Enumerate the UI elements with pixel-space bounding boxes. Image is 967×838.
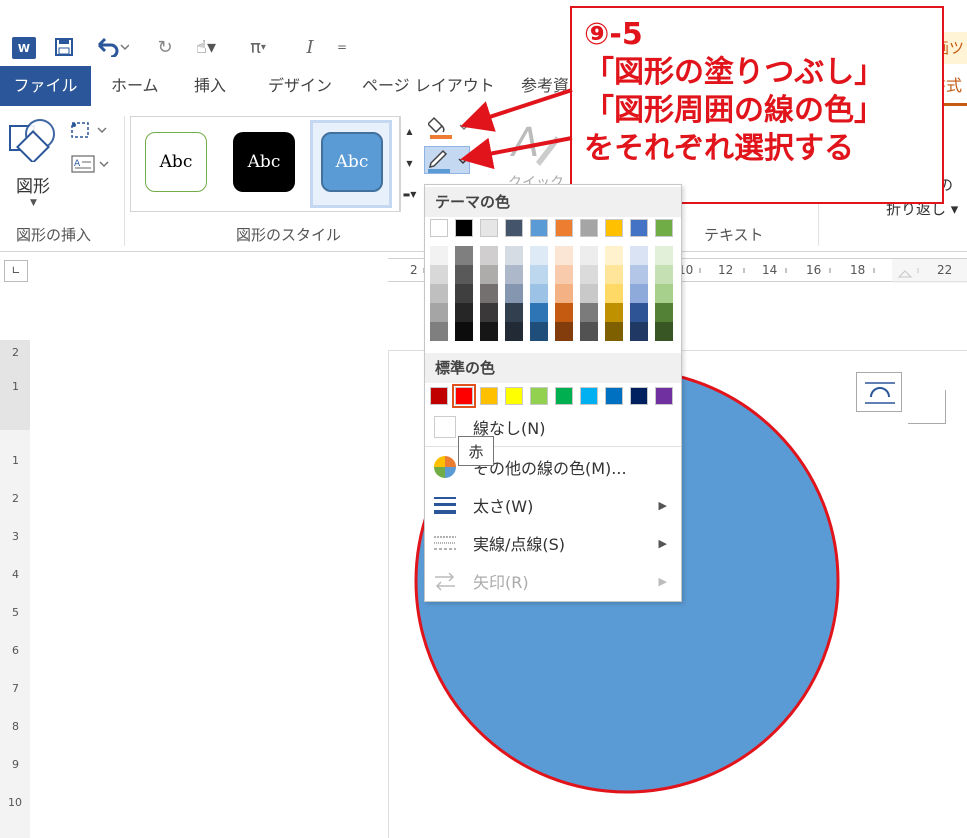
theme-shade-swatch[interactable] [655,303,673,322]
theme-shade-swatch[interactable] [655,246,673,265]
theme-shade-swatch[interactable] [455,303,473,322]
theme-shade-swatch[interactable] [430,246,448,265]
arrows-icon [433,569,457,593]
theme-color-swatch[interactable] [630,219,648,237]
theme-shade-swatch[interactable] [455,284,473,303]
theme-shade-swatch[interactable] [480,303,498,322]
standard-color-swatch[interactable] [580,387,598,405]
theme-color-swatch[interactable] [655,219,673,237]
dashes-label: 実線/点線(S) [473,535,566,554]
theme-shade-swatch[interactable] [505,284,523,303]
theme-shade-swatch[interactable] [505,322,523,341]
weight-label: 太さ(W) [473,497,534,516]
theme-shade-swatch[interactable] [605,322,623,341]
theme-shade-swatch[interactable] [455,246,473,265]
theme-shade-swatch[interactable] [530,303,548,322]
submenu-arrow-icon: ▶ [658,536,667,550]
theme-shade-swatch[interactable] [555,322,573,341]
more-outline-colors-label: その他の線の色(M)... [473,459,627,478]
standard-color-swatch[interactable] [655,387,673,405]
theme-shade-swatch[interactable] [605,246,623,265]
theme-shade-swatch[interactable] [630,246,648,265]
theme-shade-swatch[interactable] [555,284,573,303]
theme-shade-swatch[interactable] [430,303,448,322]
standard-color-swatch[interactable] [480,387,498,405]
theme-shade-swatch[interactable] [480,265,498,284]
color-tooltip: 赤 [458,436,494,466]
theme-shade-swatch[interactable] [630,265,648,284]
arrows-label: 矢印(R) [473,573,529,592]
theme-shade-swatch[interactable] [480,246,498,265]
dashes-item[interactable]: 実線/点線(S) ▶ [425,525,681,561]
theme-shade-swatch[interactable] [605,284,623,303]
theme-shade-swatch[interactable] [605,303,623,322]
arrows-item[interactable]: 矢印(R) ▶ [425,563,681,599]
theme-color-swatch[interactable] [430,219,448,237]
theme-color-swatch[interactable] [580,219,598,237]
theme-shade-swatch[interactable] [580,284,598,303]
theme-shade-swatch[interactable] [480,322,498,341]
standard-color-swatch[interactable] [605,387,623,405]
theme-color-swatch[interactable] [555,219,573,237]
theme-shade-swatch[interactable] [455,322,473,341]
standard-color-swatch[interactable] [505,387,523,405]
standard-color-swatch[interactable] [555,387,573,405]
theme-color-swatch[interactable] [505,219,523,237]
no-outline-icon [433,415,457,439]
theme-shade-swatch[interactable] [630,322,648,341]
dash-style-icon [433,531,457,555]
theme-shade-swatch[interactable] [430,265,448,284]
submenu-arrow-icon: ▶ [658,574,667,588]
outline-color-dropdown: テーマの色 標準の色 線なし(N) その他の線の色(M)... 太さ(W) ▶ … [424,184,682,602]
standard-color-swatch[interactable] [430,387,448,405]
arrow-to-outline [460,136,573,170]
theme-shade-swatch[interactable] [430,322,448,341]
theme-shade-swatch[interactable] [580,246,598,265]
theme-shade-swatch[interactable] [530,322,548,341]
theme-shade-swatch[interactable] [480,284,498,303]
theme-shade-swatch[interactable] [530,265,548,284]
standard-color-swatch[interactable] [530,387,548,405]
theme-shade-swatch[interactable] [555,246,573,265]
theme-shade-swatch[interactable] [555,303,573,322]
theme-colors-header: テーマの色 [425,187,681,217]
theme-color-swatch[interactable] [480,219,498,237]
arrow-to-fill [460,88,573,132]
theme-color-swatch[interactable] [605,219,623,237]
theme-shade-swatch[interactable] [655,322,673,341]
theme-shade-swatch[interactable] [530,246,548,265]
theme-shade-swatch[interactable] [555,265,573,284]
theme-color-swatch[interactable] [530,219,548,237]
theme-shade-swatch[interactable] [505,303,523,322]
color-wheel-icon [433,455,457,479]
theme-shade-swatch[interactable] [580,303,598,322]
theme-shade-swatch[interactable] [630,284,648,303]
theme-shade-swatch[interactable] [505,265,523,284]
standard-color-swatch[interactable] [630,387,648,405]
theme-color-swatch[interactable] [455,219,473,237]
weight-item[interactable]: 太さ(W) ▶ [425,487,681,523]
theme-shade-swatch[interactable] [655,265,673,284]
theme-shade-swatch[interactable] [630,303,648,322]
submenu-arrow-icon: ▶ [658,498,667,512]
theme-shade-swatch[interactable] [580,322,598,341]
standard-color-swatch-selected[interactable] [452,384,476,408]
theme-shade-swatch[interactable] [605,265,623,284]
standard-colors-header: 標準の色 [425,353,681,383]
line-weight-icon [433,493,457,517]
theme-shade-swatch[interactable] [430,284,448,303]
theme-shade-swatch[interactable] [530,284,548,303]
theme-shade-swatch[interactable] [505,246,523,265]
theme-shade-swatch[interactable] [655,284,673,303]
theme-shade-swatch[interactable] [455,265,473,284]
theme-shade-swatch[interactable] [580,265,598,284]
